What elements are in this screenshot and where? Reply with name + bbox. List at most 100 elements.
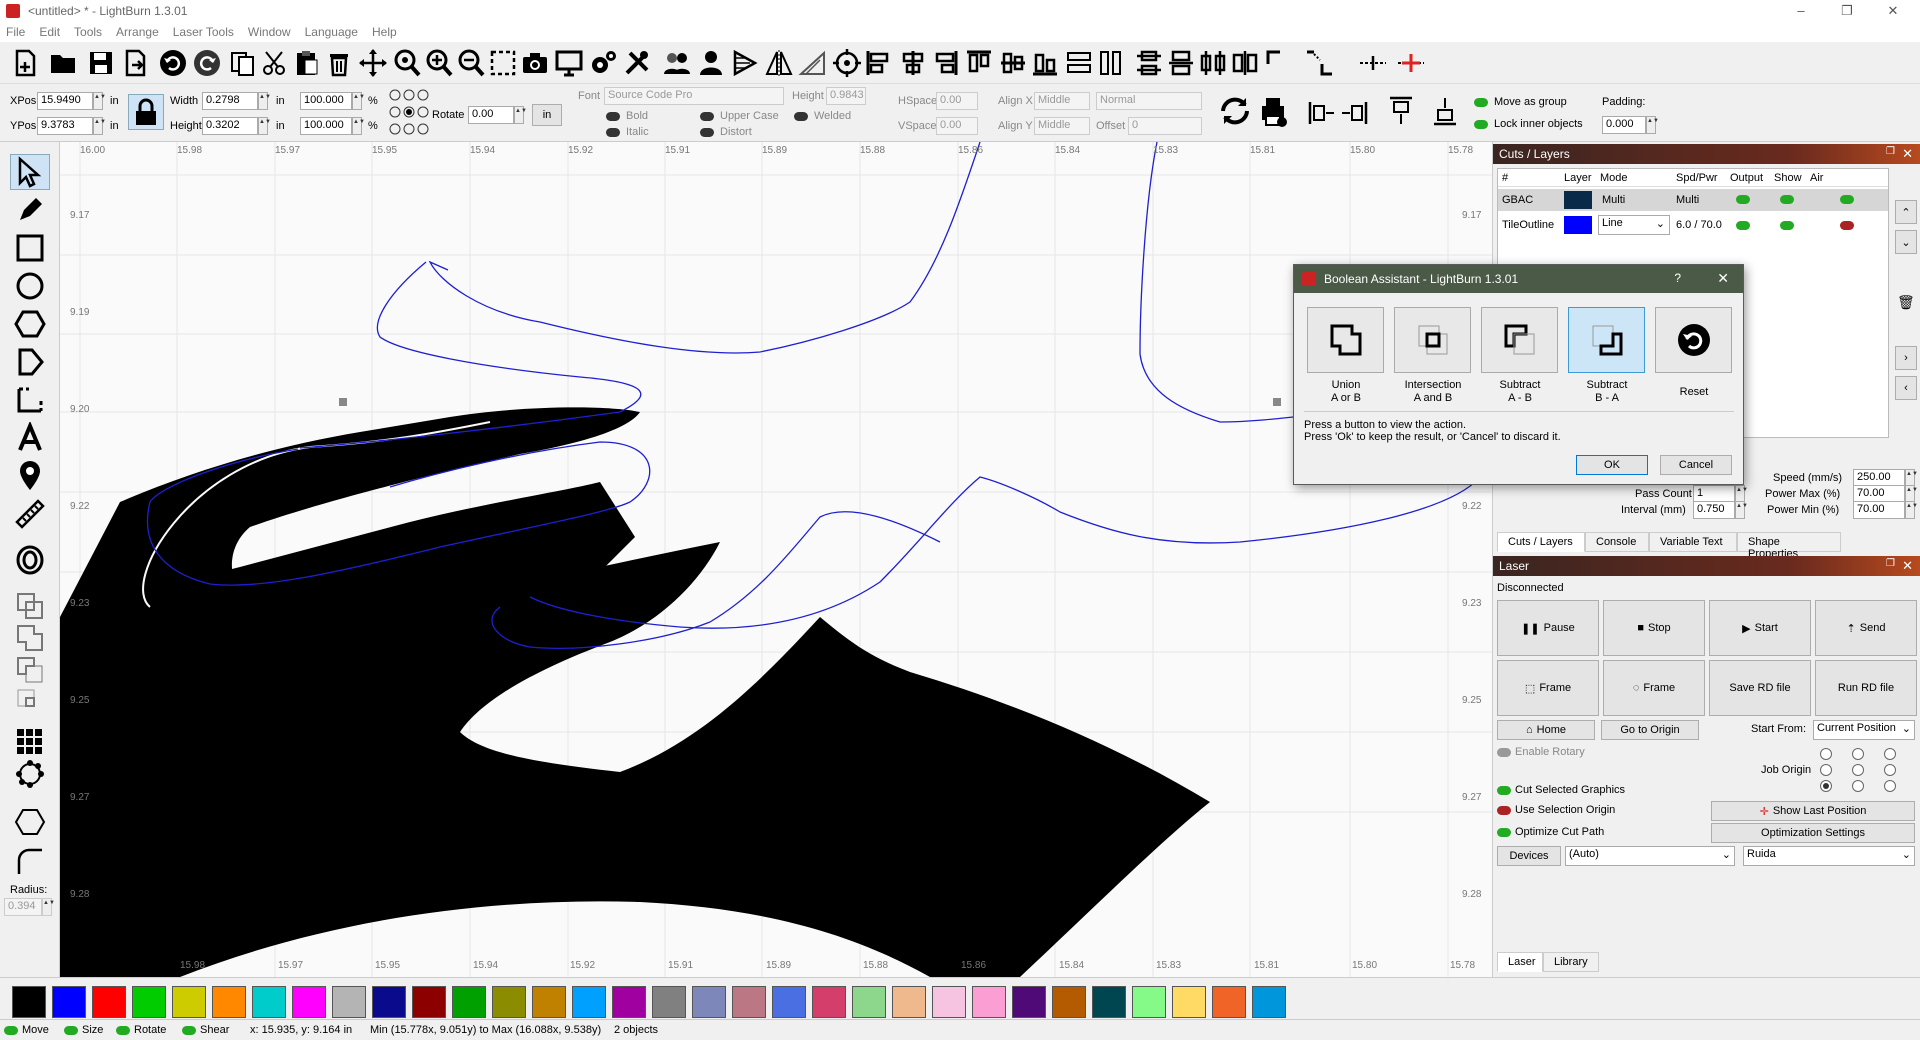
open-folder-icon[interactable]	[46, 46, 80, 80]
job-origin-radio-mr[interactable]	[1884, 764, 1896, 776]
menu-help[interactable]: Help	[372, 25, 397, 39]
frame-selection-icon[interactable]	[486, 46, 520, 80]
scale-width-input[interactable]: 100.000	[300, 92, 352, 110]
flip-horizontal-icon[interactable]	[728, 46, 762, 80]
xpos-input[interactable]: 15.9490	[37, 92, 93, 110]
offset-input[interactable]: 0	[1128, 117, 1202, 135]
palette-swatch[interactable]	[1172, 986, 1206, 1018]
palette-swatch[interactable]	[212, 986, 246, 1018]
close-panel-icon[interactable]: ✕	[1902, 146, 1913, 162]
palette-swatch[interactable]	[772, 986, 806, 1018]
air-toggle[interactable]	[1840, 221, 1854, 230]
layer-row-tileoutline[interactable]: TileOutline Line ⌄ 6.0 / 70.0	[1498, 213, 1888, 237]
optimize-cut-path-toggle[interactable]	[1497, 828, 1511, 837]
palette-swatch[interactable]	[172, 986, 206, 1018]
height-input[interactable]: 0.3202	[202, 117, 258, 135]
undo-icon[interactable]	[156, 46, 190, 80]
stop-button[interactable]: ■ Stop	[1603, 600, 1705, 656]
width-spinner[interactable]: ▲▼	[258, 92, 271, 110]
align-bottom-icon[interactable]	[1028, 46, 1062, 80]
show-last-position-button[interactable]: ✛ Show Last Position	[1711, 801, 1915, 821]
camera-icon[interactable]	[518, 46, 552, 80]
move-to-corner-icon[interactable]	[1262, 46, 1296, 80]
redo-icon[interactable]	[190, 46, 224, 80]
palette-swatch[interactable]	[1132, 986, 1166, 1018]
run-rd-file-button[interactable]: Run RD file	[1815, 660, 1917, 716]
tab-library[interactable]: Library	[1543, 952, 1599, 972]
tab-cuts-layers[interactable]: Cuts / Layers	[1497, 532, 1585, 552]
align-top-icon[interactable]	[962, 46, 996, 80]
new-file-icon[interactable]	[8, 46, 42, 80]
maximize-button[interactable]: ❐	[1824, 0, 1870, 22]
enable-rotary-toggle[interactable]	[1497, 748, 1511, 757]
controller-select[interactable]: Ruida ⌄	[1743, 846, 1915, 866]
subtract-a-b-button[interactable]	[1481, 307, 1558, 373]
start-button[interactable]: ▶ Start	[1709, 600, 1811, 656]
tab-console[interactable]: Console	[1585, 532, 1649, 552]
job-origin-radio-tc[interactable]	[1852, 748, 1864, 760]
padding-input[interactable]: 0.000	[1602, 116, 1646, 134]
dock-right-icon[interactable]	[1340, 98, 1370, 128]
rotate-shape-icon[interactable]	[796, 46, 830, 80]
zoom-out-icon[interactable]	[454, 46, 488, 80]
go-to-origin-button[interactable]: Go to Origin	[1601, 720, 1699, 740]
select-arrow-icon[interactable]	[10, 154, 50, 190]
ypos-input[interactable]: 9.3783	[37, 117, 93, 135]
move-lock-toggle[interactable]	[4, 1026, 18, 1035]
bold-toggle[interactable]	[606, 112, 620, 121]
tab-variable-text[interactable]: Variable Text	[1649, 532, 1737, 552]
polygon-tool-icon[interactable]	[10, 306, 50, 342]
float-panel-icon[interactable]: ❐	[1886, 146, 1895, 157]
palette-swatch[interactable]	[292, 986, 326, 1018]
weld-shapes-icon[interactable]	[10, 588, 50, 624]
menu-window[interactable]: Window	[248, 25, 291, 39]
paste-icon[interactable]	[290, 46, 324, 80]
welded-toggle[interactable]	[794, 112, 808, 121]
selection-handle[interactable]	[339, 398, 347, 406]
pentagon-tool-icon[interactable]	[10, 344, 50, 380]
palette-swatch[interactable]	[92, 986, 126, 1018]
padding-spinner[interactable]: ▲▼	[1646, 116, 1659, 134]
layer-row-gbac[interactable]: GBAC Multi Multi	[1498, 189, 1888, 211]
menu-language[interactable]: Language	[305, 25, 358, 39]
palette-swatch[interactable]	[972, 986, 1006, 1018]
refresh-text-icon[interactable]	[1218, 94, 1252, 128]
delete-layer-icon[interactable]: 🗑	[1897, 294, 1917, 314]
distort-toggle[interactable]	[700, 128, 714, 137]
cut-selected-graphics-toggle[interactable]	[1497, 786, 1511, 795]
menu-edit[interactable]: Edit	[39, 25, 60, 39]
power-min-input[interactable]: 70.00	[1853, 501, 1905, 519]
position-laser-pin-icon[interactable]	[10, 458, 50, 494]
line-tool-icon[interactable]	[10, 382, 50, 418]
corner-radius-icon[interactable]	[10, 844, 50, 880]
align-left-icon[interactable]	[862, 46, 896, 80]
palette-swatch[interactable]	[1252, 986, 1286, 1018]
ungroup-icon[interactable]	[694, 46, 728, 80]
rotate-lock-toggle[interactable]	[116, 1026, 130, 1035]
italic-toggle[interactable]	[606, 128, 620, 137]
float-panel-icon[interactable]: ❐	[1886, 558, 1895, 569]
offset-shapes-icon[interactable]	[10, 542, 50, 578]
distribute-vcenter-icon[interactable]	[1164, 46, 1198, 80]
job-origin-radio-bc[interactable]	[1852, 780, 1864, 792]
cancel-button[interactable]: Cancel	[1660, 455, 1732, 475]
frame-circle-button[interactable]: ◌ Frame	[1603, 660, 1705, 716]
palette-swatch[interactable]	[372, 986, 406, 1018]
radius-spinner[interactable]: ▲▼	[42, 898, 55, 916]
job-origin-radio-br[interactable]	[1884, 780, 1896, 792]
hspace-input[interactable]: 0.00	[936, 92, 978, 110]
tab-shape-properties[interactable]: Shape Properties	[1737, 532, 1841, 560]
tabs-bridges-icon[interactable]	[10, 804, 50, 840]
optimization-settings-button[interactable]: Optimization Settings	[1711, 823, 1915, 843]
align-center-horizontal-icon[interactable]	[896, 46, 930, 80]
subtract-b-a-button[interactable]	[1568, 307, 1645, 373]
move-to-laser-position-icon[interactable]	[1394, 46, 1428, 80]
send-button[interactable]: ⇡ Send	[1815, 600, 1917, 656]
move-layer-down-icon[interactable]: ⌄	[1895, 230, 1917, 254]
close-panel-icon[interactable]: ✕	[1902, 558, 1913, 574]
make-same-height-icon[interactable]	[1094, 46, 1128, 80]
palette-swatch[interactable]	[492, 986, 526, 1018]
align-middle-vertical-icon[interactable]	[996, 46, 1030, 80]
import-icon[interactable]	[118, 46, 152, 80]
job-origin-radio-bl[interactable]	[1820, 780, 1832, 792]
